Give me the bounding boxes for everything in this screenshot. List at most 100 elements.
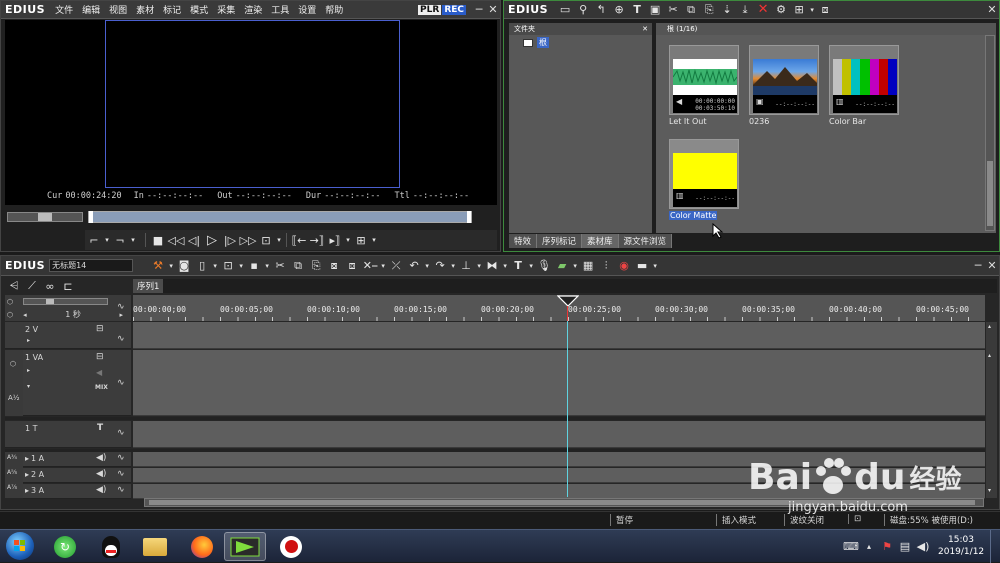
dropdown-icon[interactable]: ▾ — [344, 232, 352, 248]
expand-icon[interactable]: ▸ — [25, 454, 29, 463]
lock-icon[interactable]: ⬡ — [7, 311, 13, 319]
stop-icon[interactable]: ■ — [149, 232, 167, 248]
new-project-icon[interactable]: ▯ — [193, 258, 211, 274]
sync-icon[interactable]: ∿ — [117, 334, 125, 344]
track-header-3a[interactable]: ▸ 3 A ◀) — [23, 484, 131, 499]
add-marker-icon[interactable]: ⊥ — [457, 258, 475, 274]
cut-icon[interactable]: ✂ — [664, 2, 682, 18]
dropdown-icon[interactable]: ▾ — [103, 232, 111, 248]
track-header-2v[interactable]: 2 V ⊟ ▸ — [5, 322, 131, 349]
tray-arrow-icon[interactable]: ▴ — [860, 538, 878, 554]
plr-toggle[interactable]: PLR — [418, 4, 442, 15]
menu-mode[interactable]: 模式 — [190, 3, 208, 16]
bin-settings-icon[interactable]: ⧈ — [816, 2, 834, 18]
audio-patch-icon[interactable]: A⅝ — [7, 469, 17, 476]
menu-file[interactable]: 文件 — [55, 3, 73, 16]
close-icon[interactable]: ✕ — [985, 3, 999, 17]
mode-icon[interactable]: ⚒ — [149, 258, 167, 274]
show-desktop-button[interactable] — [990, 530, 1000, 563]
sync-icon[interactable]: ∿ — [117, 428, 125, 438]
layout-icon[interactable]: ▬ — [633, 258, 651, 274]
undo-icon[interactable]: ↶ — [405, 258, 423, 274]
sync-icon[interactable]: ∿ — [117, 485, 125, 495]
menu-view[interactable]: 视图 — [109, 3, 127, 16]
insert-icon[interactable]: ⟦← — [290, 232, 308, 248]
position-end-handle[interactable] — [467, 211, 471, 223]
position-start-handle[interactable] — [89, 211, 93, 223]
replace-icon[interactable]: ⧈ — [343, 258, 361, 274]
search-icon[interactable]: ⚲ — [574, 2, 592, 18]
clock[interactable]: 15:03 2019/1/12 — [938, 534, 984, 558]
video-toggle-icon[interactable]: ⊟ — [96, 324, 104, 334]
sync-icon[interactable]: ⊏ — [59, 278, 77, 294]
match-frame-icon[interactable]: ⊞ — [352, 232, 370, 248]
taskbar-app-recorder[interactable] — [270, 532, 312, 561]
menu-marker[interactable]: 标记 — [163, 3, 181, 16]
track-1va[interactable] — [133, 350, 985, 416]
export-icon[interactable]: ▰ — [553, 258, 571, 274]
close-icon[interactable]: ✕ — [985, 259, 999, 273]
speaker-icon[interactable]: ◀) — [96, 469, 106, 479]
dropdown-icon[interactable]: ▾ — [571, 258, 579, 274]
taskbar-app-firefox[interactable] — [181, 532, 223, 561]
start-button[interactable] — [6, 532, 34, 560]
menu-capture[interactable]: 采集 — [217, 3, 235, 16]
expand-icon[interactable]: ▸ — [27, 367, 30, 374]
overwrite-icon[interactable]: →⟧ — [308, 232, 326, 248]
dropdown-icon[interactable]: ▾ — [370, 232, 378, 248]
paste-icon[interactable]: ⎘ — [307, 258, 325, 274]
network-icon[interactable]: ▤ — [896, 538, 914, 554]
position-slider[interactable] — [88, 211, 472, 223]
delete-icon[interactable]: ✕⎯ — [361, 258, 379, 274]
dropdown-icon[interactable]: ▾ — [275, 232, 283, 248]
flag-icon[interactable]: ⚑ — [878, 538, 896, 554]
dropdown-icon[interactable]: ▾ — [449, 258, 457, 274]
volume-icon[interactable]: ◀) — [914, 538, 932, 554]
scroll-up-icon[interactable]: ▴ — [988, 323, 991, 330]
track-mode-icon[interactable]: ⩤ — [5, 278, 23, 294]
close-icon[interactable]: ✕ — [486, 3, 500, 17]
clip-color-matte[interactable]: ▥ --:--:--:-- Color Matte — [669, 139, 739, 221]
taskbar-app-explorer[interactable] — [134, 532, 176, 561]
dropdown-icon[interactable]: ▾ — [379, 258, 387, 274]
menu-clip[interactable]: 素材 — [136, 3, 154, 16]
track-header-1va[interactable]: 1 VA ⊟ ▸ ◀ ▾ MIX — [23, 350, 131, 416]
minimize-icon[interactable]: ─ — [971, 259, 985, 273]
view-mode-icon[interactable]: ⊞ — [790, 2, 808, 18]
step-back-icon[interactable]: ◁| — [185, 232, 203, 248]
shuttle-handle[interactable] — [38, 213, 52, 221]
expand-icon[interactable]: ▸ — [27, 337, 30, 344]
step-forward-icon[interactable]: |▷ — [221, 232, 239, 248]
sync-icon[interactable]: ∿ — [117, 453, 125, 463]
dropdown-icon[interactable]: ▾ — [501, 258, 509, 274]
tab-source-browser[interactable]: 源文件浏览 — [619, 234, 673, 248]
keyboard-icon[interactable]: ⌨ — [842, 538, 860, 554]
taskbar-app-edius[interactable] — [224, 532, 266, 561]
playhead-marker[interactable] — [557, 295, 579, 307]
microphone-icon[interactable]: 🎙 — [535, 258, 553, 274]
scroll-up-icon[interactable]: ▴ — [988, 352, 991, 359]
menu-render[interactable]: 渲染 — [244, 3, 262, 16]
loop-icon[interactable]: ⊡ — [257, 232, 275, 248]
title-track-icon[interactable]: T — [97, 423, 103, 433]
rec-toggle[interactable]: REC — [442, 4, 466, 15]
record-icon[interactable]: ◉ — [615, 258, 633, 274]
taskbar-app-qq[interactable] — [90, 532, 132, 561]
sync-lock-icon[interactable]: ∿ — [117, 302, 125, 312]
mute-icon[interactable]: ◀ — [96, 368, 102, 377]
clip-0236[interactable]: ▣ --:--:--:-- 0236 — [749, 45, 819, 126]
menu-settings[interactable]: 设置 — [298, 3, 316, 16]
snap-icon[interactable]: ⟋ — [23, 278, 41, 294]
delete-icon[interactable]: ✕ — [754, 2, 772, 18]
menu-edit[interactable]: 编辑 — [82, 3, 100, 16]
set-in-icon[interactable]: ⌐ — [85, 232, 103, 248]
replace-icon[interactable]: ▸⟧ — [326, 232, 344, 248]
rewind-icon[interactable]: ◁◁ — [167, 232, 185, 248]
track-1t[interactable] — [133, 421, 985, 448]
redo-icon[interactable]: ↷ — [431, 258, 449, 274]
transition-icon[interactable]: ⧓ — [483, 258, 501, 274]
clip-color-bar[interactable]: ▥ --:--:--:-- Color Bar — [829, 45, 899, 126]
tab-bin[interactable]: 素材库 — [582, 234, 619, 248]
dropdown-icon[interactable]: ▾ — [263, 258, 271, 274]
dropdown-icon[interactable]: ▾ — [475, 258, 483, 274]
